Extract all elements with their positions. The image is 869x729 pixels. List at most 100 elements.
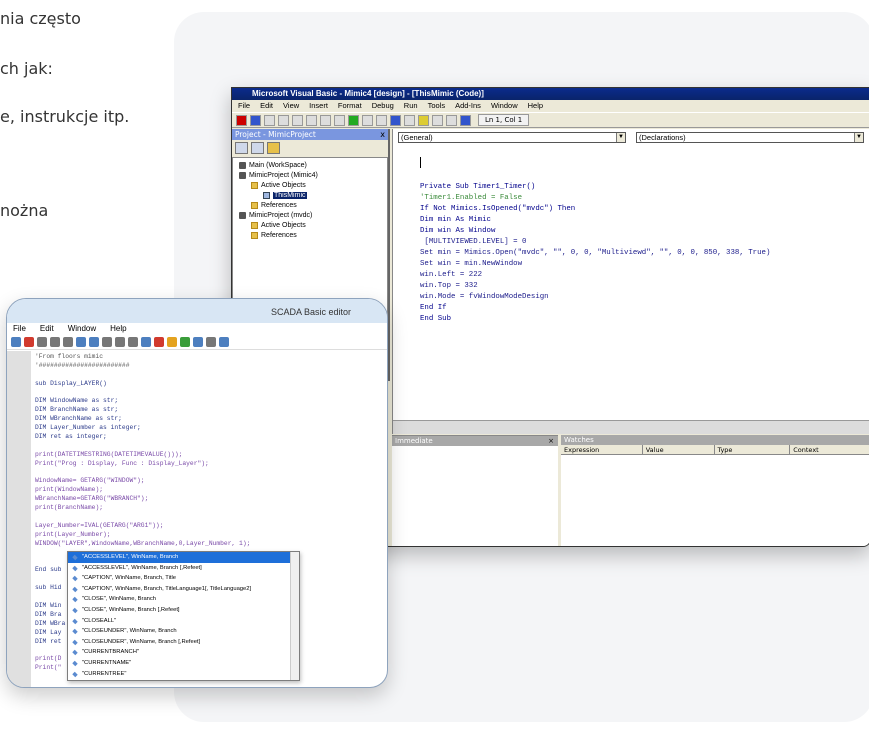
scada-menu-file[interactable]: File xyxy=(13,323,26,335)
stop-icon[interactable] xyxy=(24,337,34,347)
tree-node-references-2[interactable]: References xyxy=(233,231,387,241)
autocomplete-item[interactable]: "CLOSEUNDER", WinName, Branch xyxy=(68,626,299,637)
vb-menu-window[interactable]: Window xyxy=(491,100,518,112)
breakpoint-icon[interactable] xyxy=(154,337,164,347)
find-next-icon[interactable] xyxy=(115,337,125,347)
view-code-icon[interactable] xyxy=(235,142,248,154)
scada-code-line: print(BranchName); xyxy=(35,504,104,512)
vb-menu-debug[interactable]: Debug xyxy=(372,100,394,112)
find-icon[interactable] xyxy=(102,337,112,347)
options-icon[interactable] xyxy=(219,337,229,347)
procedure-combo[interactable]: (Declarations) ▼ xyxy=(636,132,864,143)
scada-menu-edit[interactable]: Edit xyxy=(40,323,54,335)
vb-menu-tools[interactable]: Tools xyxy=(428,100,446,112)
bookmark-icon[interactable] xyxy=(141,337,151,347)
tree-node-thismimic[interactable]: ThisMimic xyxy=(233,191,387,201)
save-icon[interactable] xyxy=(250,114,261,126)
watches-window[interactable]: Watches Expression Value Type Context xyxy=(561,435,869,546)
code-window: (General) ▼ (Declarations) ▼ Private Sub T… xyxy=(392,129,869,434)
format-icon[interactable] xyxy=(206,337,216,347)
code-line: If Not Mimics.IsOpened("mvdc") Then xyxy=(420,205,576,213)
design-mode-icon[interactable] xyxy=(390,114,401,126)
scada-code-area[interactable]: 'From floors mimic '#####################… xyxy=(7,351,387,687)
cut-icon[interactable] xyxy=(264,114,275,126)
autocomplete-item[interactable]: "CURRENTREE" xyxy=(68,669,299,680)
watch-col-context[interactable]: Context xyxy=(790,445,869,454)
close-icon[interactable]: × xyxy=(548,436,554,446)
tree-node-main[interactable]: Main (WorkSpace) xyxy=(233,161,387,171)
code-line: 'Timer1.Enabled = False xyxy=(420,194,523,202)
autocomplete-item[interactable]: "CAPTION", WinName, Branch, Title xyxy=(68,573,299,584)
project-explorer-icon[interactable] xyxy=(404,114,415,126)
object-combo[interactable]: (General) ▼ xyxy=(398,132,626,143)
step-icon[interactable] xyxy=(193,337,203,347)
code-line: End If xyxy=(420,304,447,312)
copy-icon[interactable] xyxy=(76,337,86,347)
vb-menu-view[interactable]: View xyxy=(283,100,299,112)
autocomplete-item[interactable]: "CAPTION", WinName, Branch, TitleLanguag… xyxy=(68,584,299,595)
reset-icon[interactable] xyxy=(376,114,387,126)
folder-icon xyxy=(251,221,258,229)
autocomplete-scrollbar[interactable] xyxy=(290,552,299,680)
vb-menu-help[interactable]: Help xyxy=(528,100,543,112)
article-line-2: ch jak: xyxy=(0,59,53,78)
autocomplete-item[interactable]: "CURRENTNAME" xyxy=(68,658,299,669)
paste-icon[interactable] xyxy=(292,114,303,126)
close-icon[interactable]: x xyxy=(380,129,385,140)
autocomplete-item[interactable]: "CLOSEUNDER", WinName, Branch [,Refeet] xyxy=(68,637,299,648)
view-object-icon[interactable] xyxy=(236,114,247,126)
autocomplete-item[interactable]: "CLOSE", WinName, Branch [,Refeet] xyxy=(68,605,299,616)
module-icon xyxy=(263,191,270,199)
save-icon[interactable] xyxy=(11,337,21,347)
scada-menu-help[interactable]: Help xyxy=(110,323,126,335)
article-line-1: nia często xyxy=(0,9,81,28)
vb-menu-edit[interactable]: Edit xyxy=(260,100,273,112)
watch-col-value[interactable]: Value xyxy=(643,445,715,454)
run-icon[interactable] xyxy=(180,337,190,347)
article-line-4: nożna xyxy=(0,201,49,220)
toggle-folders-icon[interactable] xyxy=(267,142,280,154)
tree-node-active-objects[interactable]: Active Objects xyxy=(233,181,387,191)
break-icon[interactable] xyxy=(362,114,373,126)
immediate-window[interactable]: Immediate × xyxy=(392,435,558,546)
view-object-icon[interactable] xyxy=(251,142,264,154)
redo-icon[interactable] xyxy=(334,114,345,126)
tree-node-mimic4[interactable]: MimicProject (Mimic4) xyxy=(233,171,387,181)
object-browser-icon[interactable] xyxy=(432,114,443,126)
autocomplete-list[interactable]: "ACCESSLEVEL", WinName, Branch "ACCESSLEV… xyxy=(67,551,300,681)
help-icon[interactable] xyxy=(460,114,471,126)
scada-menu-window[interactable]: Window xyxy=(68,323,96,335)
properties-icon[interactable] xyxy=(418,114,429,126)
toolbox-icon[interactable] xyxy=(446,114,457,126)
autocomplete-item[interactable]: "CLOSE", WinName, Branch xyxy=(68,594,299,605)
vb-menu-insert[interactable]: Insert xyxy=(309,100,328,112)
autocomplete-item[interactable]: "CLOSEALL" xyxy=(68,616,299,627)
code-editor[interactable]: Private Sub Timer1_Timer() 'Timer1.Enable… xyxy=(420,171,770,347)
scada-code-line: '######################## xyxy=(35,361,130,369)
redo-icon[interactable] xyxy=(50,337,60,347)
paste-icon[interactable] xyxy=(89,337,99,347)
watch-col-type[interactable]: Type xyxy=(715,445,791,454)
copy-icon[interactable] xyxy=(278,114,289,126)
run-icon[interactable] xyxy=(348,114,359,126)
cut-icon[interactable] xyxy=(63,337,73,347)
code-line: End Sub xyxy=(420,315,452,323)
autocomplete-item[interactable]: "ACCESSLEVEL", WinName, Branch xyxy=(68,552,299,563)
vb-menu-format[interactable]: Format xyxy=(338,100,362,112)
autocomplete-item[interactable]: "ACCESSLEVEL", WinName, Branch [,Refeet] xyxy=(68,563,299,574)
vb-menu-run[interactable]: Run xyxy=(404,100,418,112)
vb-menu-file[interactable]: File xyxy=(238,100,250,112)
code-horizontal-scrollbar[interactable] xyxy=(393,420,869,434)
chevron-down-icon: ▼ xyxy=(616,133,625,142)
replace-icon[interactable] xyxy=(128,337,138,347)
tree-node-references[interactable]: References xyxy=(233,201,387,211)
autocomplete-item[interactable]: "CURRENTBRANCH" xyxy=(68,647,299,658)
compile-icon[interactable] xyxy=(167,337,177,347)
watch-col-expression[interactable]: Expression xyxy=(561,445,643,454)
undo-icon[interactable] xyxy=(320,114,331,126)
tree-node-mvdc[interactable]: MimicProject (mvdc) xyxy=(233,211,387,221)
tree-node-active-objects-2[interactable]: Active Objects xyxy=(233,221,387,231)
undo-icon[interactable] xyxy=(37,337,47,347)
find-icon[interactable] xyxy=(306,114,317,126)
vb-menu-addins[interactable]: Add-Ins xyxy=(455,100,481,112)
